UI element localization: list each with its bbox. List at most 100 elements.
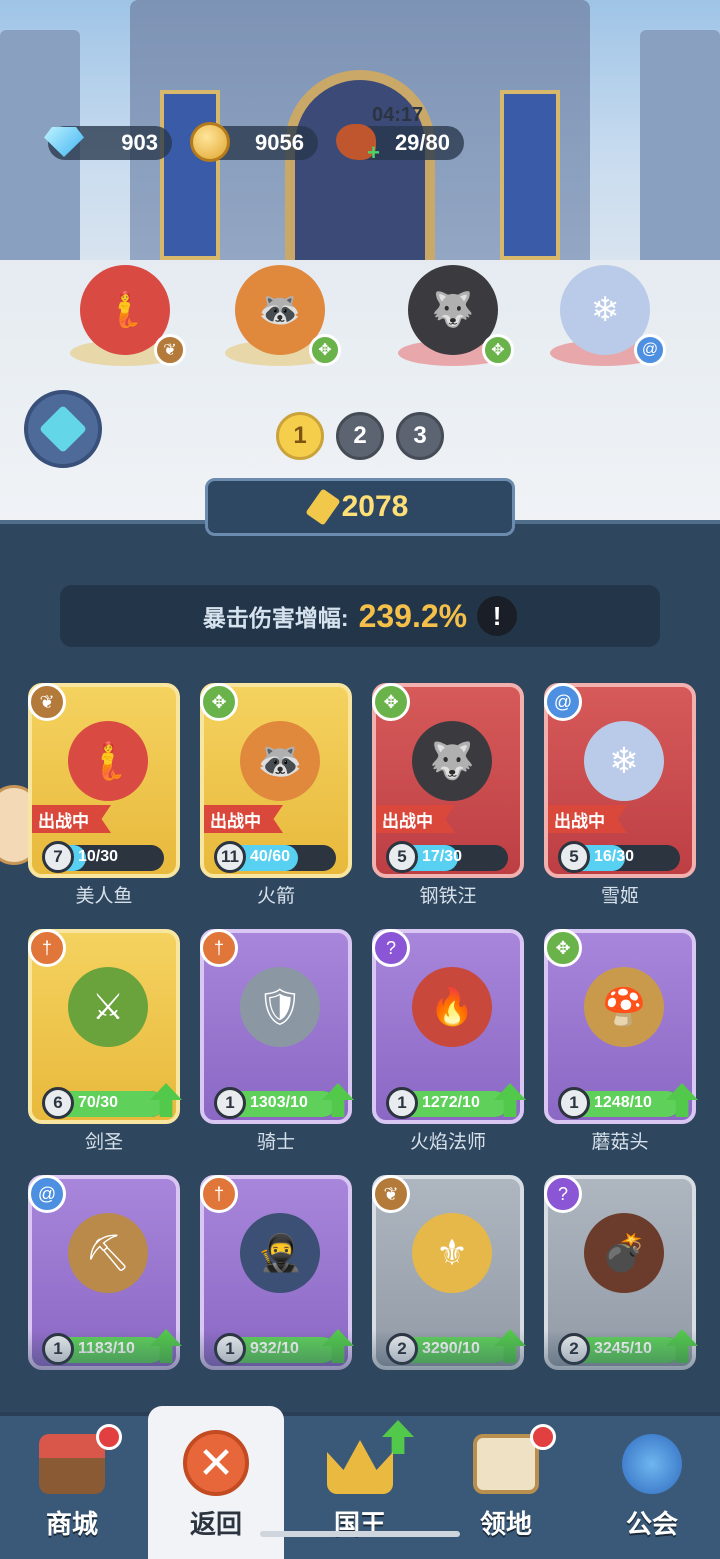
crown-icon <box>327 1440 393 1494</box>
deployed-tag: 出战中 <box>376 805 455 833</box>
hero-card[interactable]: † ⚔ 6 70/30 <box>28 929 182 1124</box>
wing-icon: ❦ <box>28 683 66 721</box>
hero-card[interactable]: ✥ 🍄 1 1248/10 <box>544 929 698 1124</box>
castle-tower-right <box>640 30 720 270</box>
formation-button[interactable] <box>24 390 102 468</box>
home-indicator <box>260 1531 460 1537</box>
coin-value: 9056 <box>255 130 304 155</box>
crosshair-icon: ✥ <box>309 334 341 366</box>
shard-progress-text: 40/60 <box>250 848 291 865</box>
nav-guild-label: 公会 <box>625 1509 678 1539</box>
team-page-3[interactable]: 3 <box>396 412 444 460</box>
hero-card[interactable]: ✥ 🐺 出战中 5 17/30 <box>372 683 524 878</box>
hero-card[interactable]: ❦ 🧜 出战中 7 10/30 <box>28 683 180 878</box>
shop-icon <box>39 1434 105 1494</box>
hero-card[interactable]: @ ❄ 出战中 5 16/30 <box>544 683 696 878</box>
shard-progress-bar: 5 16/30 <box>558 841 680 873</box>
info-button[interactable]: ! <box>477 596 518 636</box>
team-slot-4[interactable]: ❄ @ <box>540 250 670 370</box>
shard-progress-bar: 5 17/30 <box>386 841 508 873</box>
notification-dot <box>530 1424 556 1450</box>
banner-left <box>160 90 220 260</box>
crosshair-icon: ✥ <box>544 929 582 967</box>
nav-shop[interactable]: 商城 <box>0 1416 144 1559</box>
hero-name: 美人鱼 <box>75 886 133 907</box>
hero-portrait: 🐺 <box>412 721 492 801</box>
banner-right <box>500 90 560 260</box>
crit-damage-value: 239.2% <box>358 597 468 634</box>
shard-progress-bar: 11 40/60 <box>214 841 336 873</box>
deployed-tag: 出战中 <box>204 805 283 833</box>
sword-icon: † <box>200 929 238 967</box>
nav-king[interactable]: 国王 <box>288 1416 432 1559</box>
gem-counter[interactable]: 903 <box>44 126 172 160</box>
crosshair-icon: ✥ <box>482 334 514 366</box>
shard-progress-text: 17/30 <box>422 848 463 865</box>
team-power-plate: 2078 <box>205 478 515 536</box>
team-page-selector: 1 2 3 <box>276 412 444 460</box>
upgrade-arrow-icon <box>382 1420 414 1454</box>
shard-progress-bar: 1 1272/10 <box>386 1087 508 1119</box>
hero-name: 骑士 <box>256 1132 295 1153</box>
nav-guild[interactable]: 公会 <box>580 1416 720 1559</box>
team-slot-1[interactable]: 🧜 ❦ <box>60 250 190 370</box>
stamina-counter[interactable]: 29/80 <box>336 124 464 166</box>
hero-level: 5 <box>558 841 590 873</box>
shard-progress-text: 10/30 <box>78 848 119 865</box>
nav-back-label: 返回 <box>189 1509 242 1539</box>
hero-name: 火箭 <box>256 886 295 907</box>
hero-card[interactable]: ? 🔥 1 1272/10 <box>372 929 526 1124</box>
crosshair-icon: ✥ <box>372 683 410 721</box>
hero-level: 1 <box>386 1087 418 1119</box>
sword-icon <box>305 488 341 526</box>
hero-name: 钢铁汪 <box>419 886 477 907</box>
hero-portrait: 🦝 <box>240 721 320 801</box>
shard-progress-bar: 6 70/30 <box>42 1087 164 1119</box>
team-slot-3[interactable]: 🐺 ✥ <box>388 250 518 370</box>
castle-door <box>285 70 435 280</box>
crit-damage-label: 暴击伤害增幅: <box>202 605 349 631</box>
crit-damage-bar: 暴击伤害增幅: 239.2% ! <box>60 585 660 647</box>
wing-icon: ❦ <box>372 1175 410 1213</box>
swirl-icon: @ <box>28 1175 66 1213</box>
hero-name: 雪姬 <box>600 886 639 907</box>
battle-scene: 903 9056 04:17 29/80 🧜 ❦ 🦝 ✥ 🐺 ✥ ❄ @ 1 2… <box>0 0 720 530</box>
deployed-tag: 出战中 <box>548 805 627 833</box>
hero-name: 剑圣 <box>84 1132 123 1153</box>
stamina-value: 29/80 <box>394 130 450 155</box>
gem-icon <box>40 118 88 166</box>
shard-progress-text: 1248/10 <box>594 1094 652 1111</box>
hero-portrait: 🥷 <box>240 1213 320 1293</box>
coin-icon <box>186 118 234 166</box>
team-slot-2[interactable]: 🦝 ✥ <box>215 250 345 370</box>
close-icon: ✕ <box>183 1430 249 1496</box>
hero-portrait: ⚜ <box>412 1213 492 1293</box>
hero-portrait: 🔥 <box>412 967 492 1047</box>
coin-counter[interactable]: 9056 <box>190 122 318 162</box>
swirl-icon: @ <box>634 334 666 366</box>
sword-icon: † <box>28 929 66 967</box>
hero-card[interactable]: † 🛡 1 1303/10 <box>200 929 354 1124</box>
hero-level: 1 <box>214 1087 246 1119</box>
shard-progress-text: 1303/10 <box>250 1094 308 1111</box>
crosshair-icon: ✥ <box>200 683 238 721</box>
nav-territory-label: 领地 <box>479 1509 532 1539</box>
team-page-2[interactable]: 2 <box>336 412 384 460</box>
hero-portrait: 🧜 <box>68 721 148 801</box>
hero-portrait: 💣 <box>584 1213 664 1293</box>
nav-shop-label: 商城 <box>45 1509 98 1539</box>
team-power-value: 2078 <box>341 490 409 523</box>
hero-portrait: ❄ <box>584 721 664 801</box>
nav-territory[interactable]: 领地 <box>434 1416 578 1559</box>
hero-card[interactable]: ✥ 🦝 出战中 11 40/60 <box>200 683 352 878</box>
sword-icon: † <box>200 1175 238 1213</box>
planet-icon <box>622 1434 682 1494</box>
hero-portrait: ⚔ <box>68 967 148 1047</box>
shard-progress-text: 70/30 <box>78 1094 119 1111</box>
meat-icon <box>332 118 380 166</box>
hero-level: 1 <box>558 1087 590 1119</box>
team-page-1[interactable]: 1 <box>276 412 324 460</box>
deployed-tag: 出战中 <box>32 805 111 833</box>
shard-progress-bar: 1 1248/10 <box>558 1087 680 1119</box>
gem-value: 903 <box>121 130 158 155</box>
